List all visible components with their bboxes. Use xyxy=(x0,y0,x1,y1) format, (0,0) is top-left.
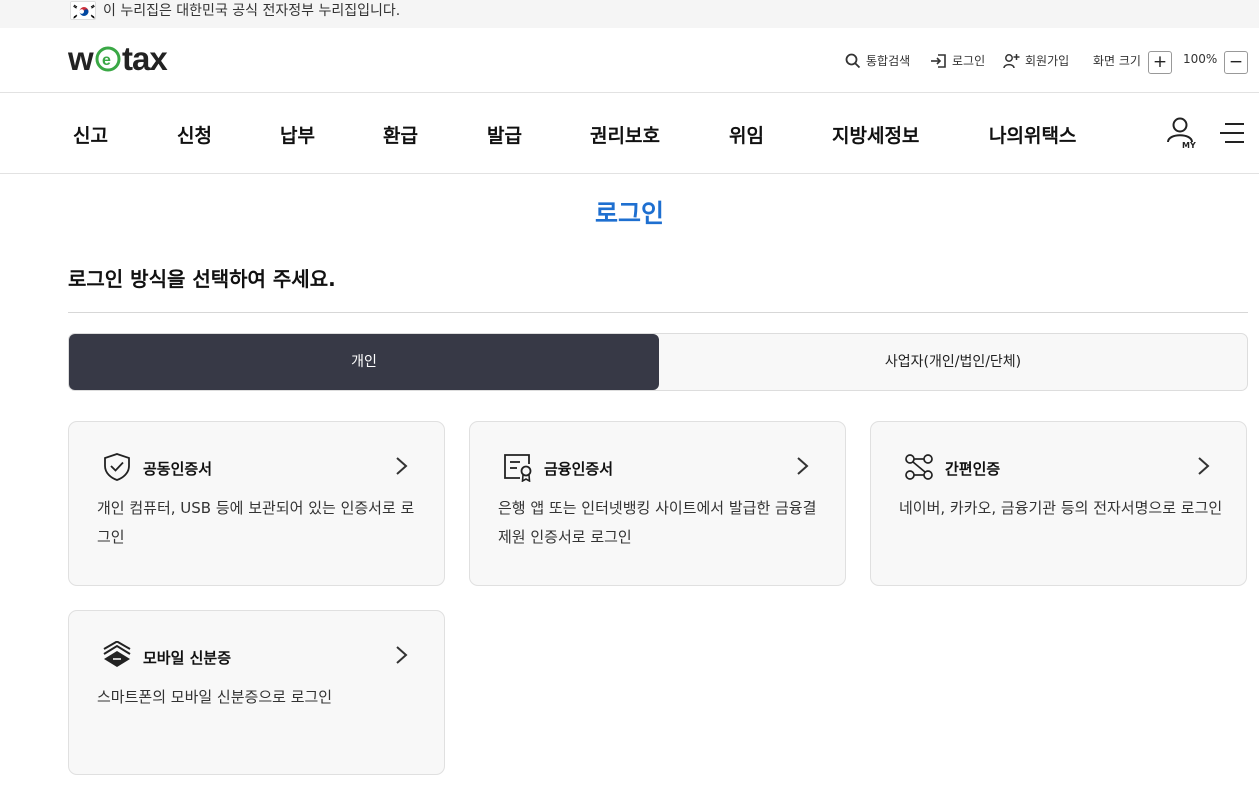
divider xyxy=(68,312,1248,313)
card-mobile-id[interactable]: 모바일 신분증 스마트폰의 모바일 신분증으로 로그인 xyxy=(68,610,445,775)
chevron-right-icon xyxy=(797,457,809,475)
login-type-tabs: 개인 사업자(개인/법인/단체) xyxy=(68,333,1248,391)
menu-button[interactable] xyxy=(1219,121,1245,145)
svg-text:w: w xyxy=(68,42,94,76)
card-joint-certificate[interactable]: 공동인증서 개인 컴퓨터, USB 등에 보관되어 있는 인증서로 로그인 xyxy=(68,421,445,586)
main-nav: 신고 신청 납부 환급 발급 권리보호 위임 지방세정보 나의위택스 MY xyxy=(0,93,1259,174)
nav-item-refund[interactable]: 환급 xyxy=(383,121,418,148)
user-icon: MY xyxy=(1167,117,1196,150)
chevron-right-icon xyxy=(1198,457,1210,475)
signup-link[interactable]: 회원가입 xyxy=(1003,52,1069,69)
card-title: 금융인증서 xyxy=(544,460,614,478)
nav-item-payment[interactable]: 납부 xyxy=(280,121,315,148)
card-description: 은행 앱 또는 인터넷뱅킹 사이트에서 발급한 금융결제원 인증서로 로그인 xyxy=(498,499,817,546)
tab-individual[interactable]: 개인 xyxy=(69,334,659,390)
nav-item-delegation[interactable]: 위임 xyxy=(729,121,764,148)
shield-check-icon xyxy=(104,453,130,481)
nav-item-my-wetax[interactable]: 나의위택스 xyxy=(989,121,1076,148)
id-cards-icon xyxy=(103,641,131,667)
nav-item-local-tax-info[interactable]: 지방세정보 xyxy=(832,121,919,148)
search-icon xyxy=(845,53,861,68)
search-link[interactable]: 통합검색 xyxy=(845,52,910,69)
screen-size-text: 화면 크기 xyxy=(1093,54,1141,68)
korea-flag-icon xyxy=(70,1,96,20)
my-page-button[interactable]: MY xyxy=(1164,115,1196,151)
certificate-icon xyxy=(504,454,532,482)
login-method-heading: 로그인 방식을 선택하여 주세요. xyxy=(68,267,336,291)
add-user-icon xyxy=(1003,53,1020,68)
login-icon xyxy=(931,53,946,68)
chevron-right-icon xyxy=(396,646,408,664)
nav-item-report[interactable]: 신고 xyxy=(73,121,108,148)
hamburger-menu-icon xyxy=(1220,123,1244,143)
svg-text:tax: tax xyxy=(122,42,168,76)
gov-banner-text: 이 누리집은 대한민국 공식 전자정부 누리집입니다. xyxy=(103,3,401,19)
card-description: 네이버, 카카오, 금융기관 등의 전자서명으로 로그인 xyxy=(899,499,1223,517)
wetax-logo[interactable]: w e tax xyxy=(67,40,188,77)
zoom-level: 100% xyxy=(1183,52,1217,66)
signup-label: 회원가입 xyxy=(1025,54,1070,68)
card-title: 모바일 신분증 xyxy=(143,649,232,667)
nav-item-apply[interactable]: 신청 xyxy=(177,121,212,148)
header: w e tax 통합검색 로그인 회원가입 화면 크기 + 100% − xyxy=(0,28,1259,93)
card-title: 공동인증서 xyxy=(143,460,213,478)
zoom-in-button[interactable]: + xyxy=(1148,51,1172,74)
my-label: MY xyxy=(1182,141,1196,150)
svg-text:e: e xyxy=(102,52,111,69)
tab-business[interactable]: 사업자(개인/법인/단체) xyxy=(659,334,1247,390)
card-description: 개인 컴퓨터, USB 등에 보관되어 있는 인증서로 로그인 xyxy=(97,499,415,546)
page-title: 로그인 xyxy=(594,199,664,228)
zoom-level-text: 100% xyxy=(1183,52,1218,66)
network-nodes-icon xyxy=(905,454,933,480)
login-label: 로그인 xyxy=(952,54,986,68)
card-description: 스마트폰의 모바일 신분증으로 로그인 xyxy=(97,688,333,706)
screen-size-label: 화면 크기 xyxy=(1093,52,1141,69)
gov-banner: 이 누리집은 대한민국 공식 전자정부 누리집입니다. xyxy=(0,0,1259,28)
card-simple-auth[interactable]: 간편인증 네이버, 카카오, 금융기관 등의 전자서명으로 로그인 xyxy=(870,421,1247,586)
card-title: 간편인증 xyxy=(945,460,1001,478)
card-financial-certificate[interactable]: 금융인증서 은행 앱 또는 인터넷뱅킹 사이트에서 발급한 금융결제원 인증서로… xyxy=(469,421,846,586)
search-label: 통합검색 xyxy=(866,54,911,68)
chevron-right-icon xyxy=(396,457,408,475)
zoom-out-button[interactable]: − xyxy=(1224,51,1248,74)
nav-item-issue[interactable]: 발급 xyxy=(487,121,522,148)
nav-item-rights[interactable]: 권리보호 xyxy=(590,121,660,148)
login-link[interactable]: 로그인 xyxy=(930,52,985,69)
